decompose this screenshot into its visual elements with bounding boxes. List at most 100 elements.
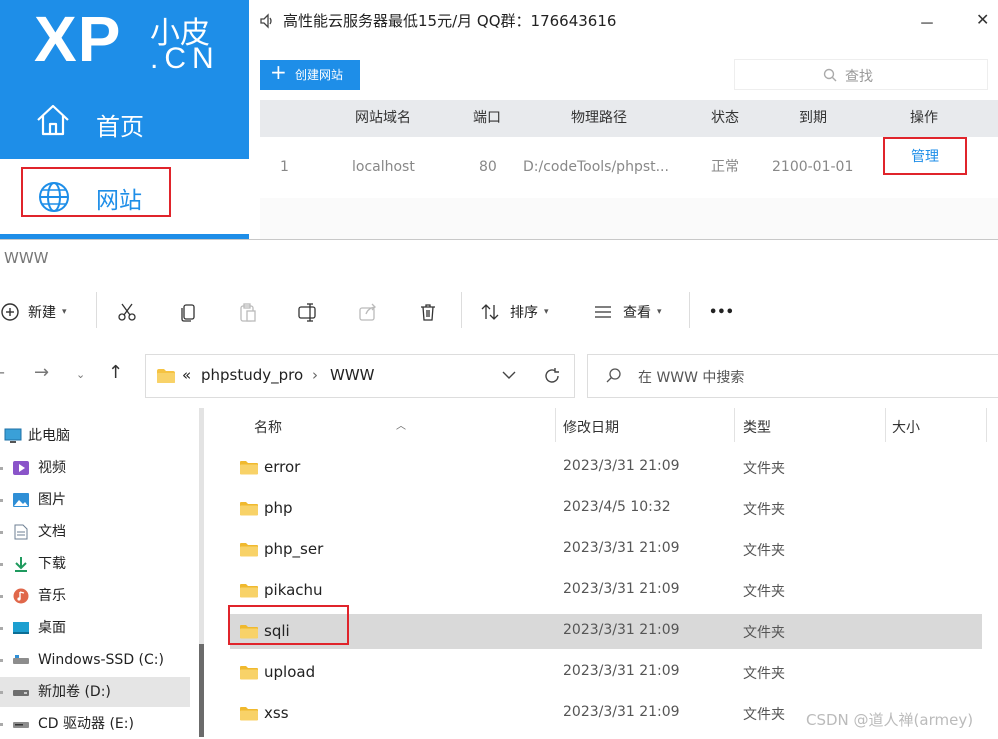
- share-button[interactable]: [358, 290, 378, 334]
- speaker-icon: [260, 13, 272, 29]
- paste-icon: [240, 303, 256, 322]
- bullet: [0, 531, 3, 534]
- file-name: upload: [264, 663, 316, 681]
- file-row[interactable]: upload 2023/3/31 21:09 文件夹: [230, 655, 982, 690]
- plus-circle-icon: [1, 303, 19, 321]
- sort-button[interactable]: 排序 ▾: [480, 290, 549, 334]
- window-title: WWW: [4, 249, 49, 267]
- column-divider[interactable]: [986, 408, 987, 442]
- file-type: 文件夹: [743, 461, 785, 477]
- file-name: php_ser: [264, 540, 324, 558]
- manage-button[interactable]: 管理: [883, 137, 967, 175]
- file-row[interactable]: php 2023/4/5 10:32 文件夹: [230, 491, 982, 526]
- new-label: 新建: [28, 305, 56, 321]
- file-name: pikachu: [264, 581, 323, 599]
- nav-item-desktop[interactable]: 桌面: [0, 613, 190, 643]
- cell-expire: 2100-01-01: [772, 159, 854, 175]
- breadcrumb-separator: ›: [312, 366, 318, 384]
- file-row[interactable]: pikachu 2023/3/31 21:09 文件夹: [230, 573, 982, 608]
- monitor-icon: [4, 428, 22, 443]
- delete-button[interactable]: [418, 290, 438, 334]
- view-label: 查看: [623, 305, 651, 321]
- breadcrumb-www[interactable]: WWW: [330, 366, 375, 384]
- nav-label: Windows-SSD (C:): [38, 652, 164, 668]
- search-input[interactable]: 在 WWW 中搜索: [587, 354, 998, 398]
- nav-item-drive-d[interactable]: 新加卷 (D:): [0, 677, 190, 707]
- close-button[interactable]: ✕: [976, 10, 989, 29]
- separator: [461, 292, 462, 328]
- column-divider[interactable]: [734, 408, 735, 442]
- copy-button[interactable]: [178, 290, 198, 334]
- col-size[interactable]: 大小: [892, 417, 920, 437]
- cd-drive-icon: [13, 722, 29, 728]
- chevron-down-icon[interactable]: [502, 370, 516, 380]
- logo-xp: XP: [34, 3, 122, 75]
- file-name: php: [264, 499, 293, 517]
- col-type[interactable]: 类型: [743, 417, 771, 437]
- breadcrumb-overflow[interactable]: «: [182, 366, 191, 384]
- plus-icon: +: [270, 60, 287, 84]
- up-arrow-icon[interactable]: ↑: [108, 362, 123, 383]
- forward-arrow-icon[interactable]: →: [34, 362, 49, 383]
- nav-label: 文档: [38, 524, 66, 540]
- cell-status: 正常: [711, 159, 739, 175]
- sidebar-item-home[interactable]: 首页: [0, 85, 249, 159]
- picture-icon: [13, 493, 29, 507]
- rename-button[interactable]: [297, 290, 319, 334]
- nav-item-drive-e[interactable]: CD 驱动器 (E:): [0, 709, 190, 739]
- nav-scrollbar[interactable]: [199, 408, 204, 737]
- create-site-label: 创建网站: [295, 68, 344, 82]
- recent-chevron-icon[interactable]: ⌄: [76, 368, 85, 381]
- folder-icon: [240, 543, 258, 557]
- file-type: 文件夹: [743, 543, 785, 559]
- new-button[interactable]: 新建 ▾: [0, 290, 67, 334]
- col-port: 端口: [473, 110, 501, 126]
- bullet: [0, 499, 3, 502]
- phpstudy-window: XP 小皮 .CN 首页 网站 高性能云服务器最低15元/月 QQ群：17664…: [0, 0, 998, 240]
- paste-button[interactable]: [238, 290, 258, 334]
- file-type: 文件夹: [743, 502, 785, 518]
- cut-button[interactable]: [117, 290, 137, 334]
- file-name: xss: [264, 704, 289, 722]
- refresh-icon[interactable]: [543, 367, 561, 385]
- scrollbar-thumb[interactable]: [199, 644, 204, 737]
- phpstudy-main: 高性能云服务器最低15元/月 QQ群：176643616 － ✕ + 创建网站 …: [249, 0, 998, 240]
- col-name[interactable]: 名称: [254, 417, 282, 437]
- breadcrumb-phpstudy[interactable]: phpstudy_pro: [201, 366, 303, 384]
- logo: XP 小皮 .CN: [0, 0, 249, 85]
- highlight-box: [228, 605, 349, 645]
- minimize-button[interactable]: －: [919, 10, 935, 34]
- music-icon: [13, 588, 29, 604]
- file-row[interactable]: php_ser 2023/3/31 21:09 文件夹: [230, 532, 982, 567]
- video-icon: [13, 461, 29, 475]
- create-site-button[interactable]: + 创建网站: [260, 60, 360, 90]
- sidebar-item-label: 首页: [96, 113, 144, 141]
- nav-item-drive-c[interactable]: Windows-SSD (C:): [0, 645, 190, 675]
- nav-label: 下载: [38, 556, 66, 572]
- file-date: 2023/3/31 21:09: [563, 540, 680, 556]
- nav-item-music[interactable]: 音乐: [0, 581, 190, 611]
- file-date: 2023/3/31 21:09: [563, 663, 680, 679]
- nav-item-pictures[interactable]: 图片: [0, 485, 190, 515]
- sidebar-item-site[interactable]: 网站: [0, 159, 249, 235]
- file-date: 2023/3/31 21:09: [563, 622, 680, 638]
- drive-icon: [13, 690, 29, 696]
- site-table-header: 网站域名 端口 物理路径 状态 到期 操作: [260, 100, 998, 137]
- bullet: [0, 723, 3, 726]
- view-button[interactable]: 查看 ▾: [593, 290, 662, 334]
- column-divider[interactable]: [885, 408, 886, 442]
- nav-item-videos[interactable]: 视频: [0, 453, 190, 483]
- site-search-input[interactable]: 查找: [734, 59, 988, 90]
- rename-icon: [298, 303, 316, 322]
- nav-item-documents[interactable]: 文档: [0, 517, 190, 547]
- address-bar[interactable]: « phpstudy_pro › WWW: [145, 354, 575, 398]
- phpstudy-sidebar: XP 小皮 .CN 首页 网站: [0, 0, 249, 240]
- nav-item-downloads[interactable]: 下载: [0, 549, 190, 579]
- nav-item-this-pc[interactable]: 此电脑: [0, 421, 190, 451]
- back-button[interactable]: –: [0, 362, 5, 383]
- col-date[interactable]: 修改日期: [563, 417, 619, 437]
- column-divider[interactable]: [555, 408, 556, 442]
- document-icon: [14, 524, 28, 540]
- file-row[interactable]: error 2023/3/31 21:09 文件夹: [230, 450, 982, 485]
- more-button[interactable]: •••: [709, 290, 734, 334]
